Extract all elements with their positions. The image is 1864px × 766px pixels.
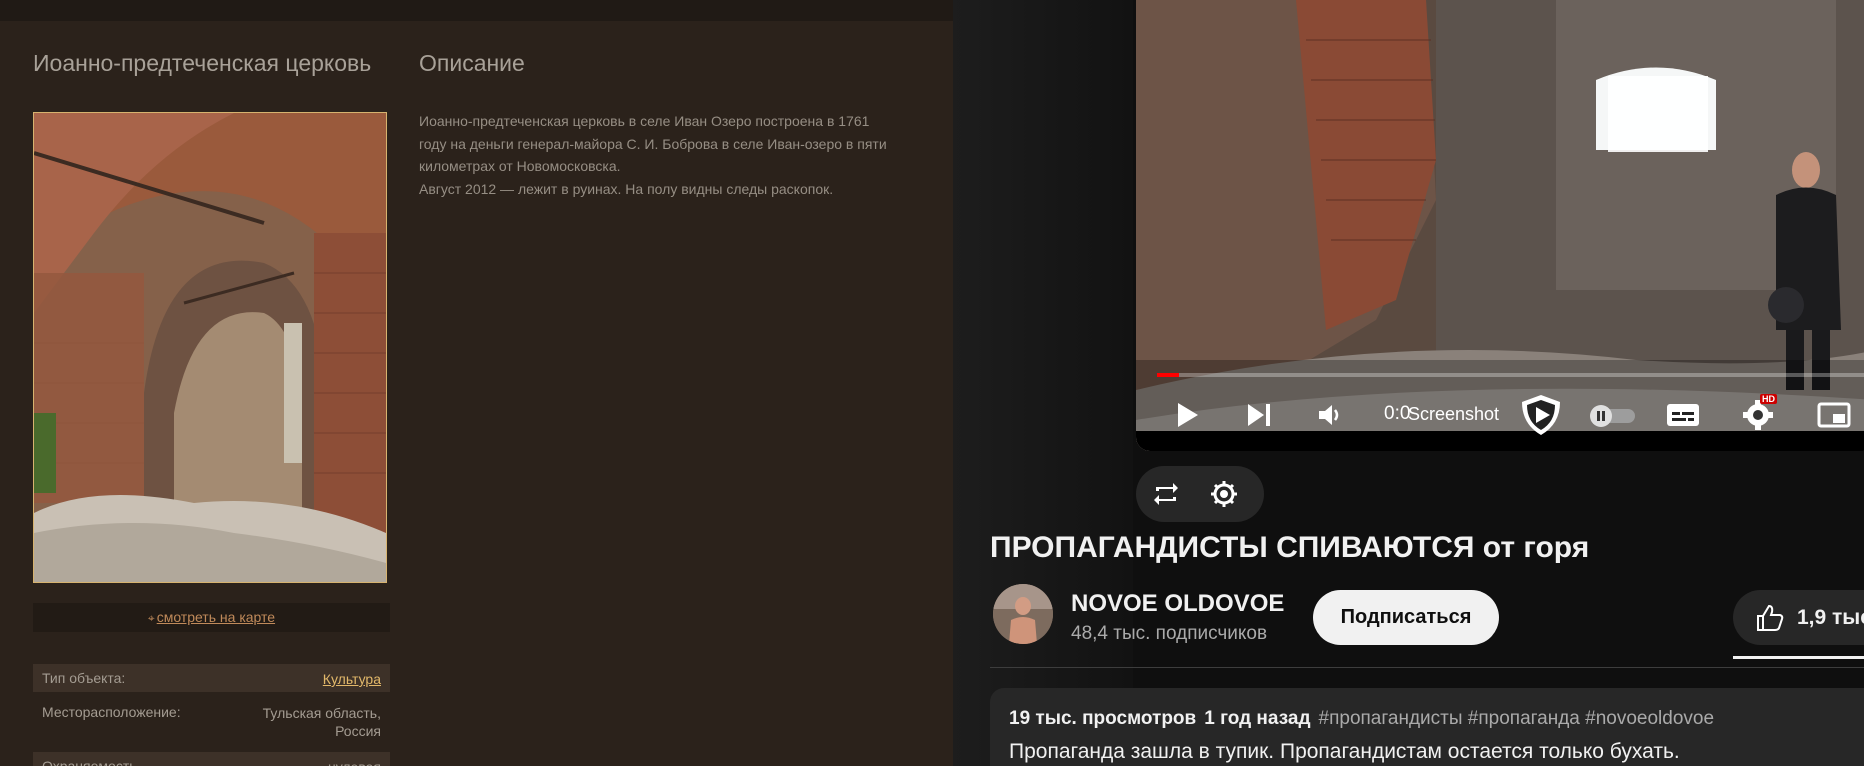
map-link-bar: ⌖ смотреть на карте	[33, 603, 390, 632]
avatar-image	[993, 584, 1053, 644]
map-marker-icon: ⌖	[147, 611, 155, 625]
view-count: 19 тыс. просмотров	[1009, 708, 1197, 729]
side-shade	[953, 0, 1133, 766]
progress-bar[interactable]	[1157, 373, 1864, 377]
play-button[interactable]	[1166, 390, 1206, 440]
divider	[990, 667, 1864, 668]
next-icon	[1248, 404, 1270, 426]
attribute-label: Месторасположение:	[42, 704, 181, 720]
autoplay-toggle-icon	[1590, 405, 1635, 427]
description-line: году на деньги генерал-майора С. И. Бобр…	[419, 135, 887, 152]
loop-button[interactable]	[1148, 476, 1184, 512]
video-meta: 19 тыс. просмотров 1 год назад #пропаганди…	[1009, 708, 1714, 730]
article-pane: Иоанно-предтеченская церковь ⌖ смотреть …	[0, 0, 953, 766]
player-controls: 0:0 Screenshot HD	[1136, 390, 1864, 440]
attribute-row-protection: Охраняемость нулевая	[33, 752, 390, 766]
protection-value: нулевая	[328, 758, 381, 766]
description-box[interactable]: 19 тыс. просмотров 1 год назад #пропаганди…	[990, 688, 1864, 766]
location-line-2: Россия	[335, 723, 381, 739]
mute-button[interactable]	[1310, 390, 1350, 440]
volume-icon	[1319, 405, 1339, 425]
autoplay-toggle[interactable]	[1581, 390, 1641, 440]
screenshot-label[interactable]: Screenshot	[1408, 404, 1499, 425]
object-type-link[interactable]: Культура	[323, 671, 381, 687]
description-line: Иоанно-предтеченская церковь в селе Иван…	[419, 113, 870, 129]
next-button[interactable]	[1239, 390, 1279, 440]
screenshot-shield-icon	[1522, 395, 1560, 435]
location-value: Тульская область, Россия	[263, 704, 381, 740]
like-underline	[1733, 656, 1864, 659]
gear-icon	[1211, 481, 1237, 507]
attribute-label: Тип объекта:	[42, 670, 126, 686]
church-interior-image	[34, 113, 386, 582]
page-title: Иоанно-предтеченская церковь	[33, 50, 372, 76]
extension-settings-button[interactable]	[1206, 476, 1242, 512]
video-player[interactable]: 0:0 Screenshot HD	[1136, 0, 1864, 451]
location-line-1: Тульская область,	[262, 705, 381, 721]
loop-icon	[1154, 483, 1178, 505]
like-count: 1,9 тыс	[1797, 605, 1864, 629]
miniplayer-button[interactable]	[1812, 390, 1856, 440]
screenshot-extension-button[interactable]	[1516, 390, 1566, 440]
attribute-row-type: Тип объекта: Культура	[33, 664, 390, 692]
video-description: Пропаганда зашла в тупик. Пропагандистам…	[1009, 740, 1680, 763]
top-strip	[0, 0, 953, 21]
description-line: Август 2012 — лежит в руинах. На полу ви…	[419, 180, 834, 197]
subscribe-button[interactable]: Подписаться	[1313, 590, 1499, 645]
channel-avatar[interactable]	[993, 584, 1053, 644]
settings-button[interactable]: HD	[1738, 390, 1778, 440]
attribute-row-location: Месторасположение: Тульская область, Рос…	[33, 698, 390, 744]
miniplayer-icon	[1817, 402, 1851, 428]
hashtags[interactable]: #пропагандисты #пропаганда #novoeoldovoe	[1319, 708, 1715, 729]
like-button[interactable]: 1,9 тыс	[1733, 590, 1864, 645]
church-photo[interactable]	[33, 112, 387, 583]
video-frame	[1136, 0, 1864, 451]
video-title: ПРОПАГАНДИСТЫ СПИВАЮТСЯ от горя	[990, 531, 1590, 564]
youtube-pane: 0:0 Screenshot HD ПРОПАГАНДИСТЫ СПИВАЮТС…	[953, 0, 1864, 766]
subtitles-button[interactable]	[1661, 390, 1705, 440]
play-icon	[1178, 403, 1198, 427]
attribute-label: Охраняемость	[42, 758, 137, 766]
description-heading: Описание	[419, 50, 525, 76]
description-text: Иоанно-предтеченская церковь в селе Иван…	[419, 110, 929, 200]
upload-age: 1 год назад	[1204, 708, 1311, 729]
description-line: километрах от Новомосковска.	[419, 158, 621, 174]
subtitles-icon	[1667, 404, 1699, 426]
extension-bar	[1136, 466, 1264, 522]
map-link[interactable]: смотреть на карте	[157, 609, 275, 625]
channel-name[interactable]: NOVOE OLDOVOE	[1071, 590, 1284, 618]
time-display: 0:0	[1384, 403, 1411, 424]
subscriber-count: 48,4 тыс. подписчиков	[1071, 623, 1268, 644]
progress-played	[1157, 373, 1179, 377]
thumbs-up-icon	[1757, 604, 1784, 631]
hd-badge: HD	[1760, 394, 1777, 404]
